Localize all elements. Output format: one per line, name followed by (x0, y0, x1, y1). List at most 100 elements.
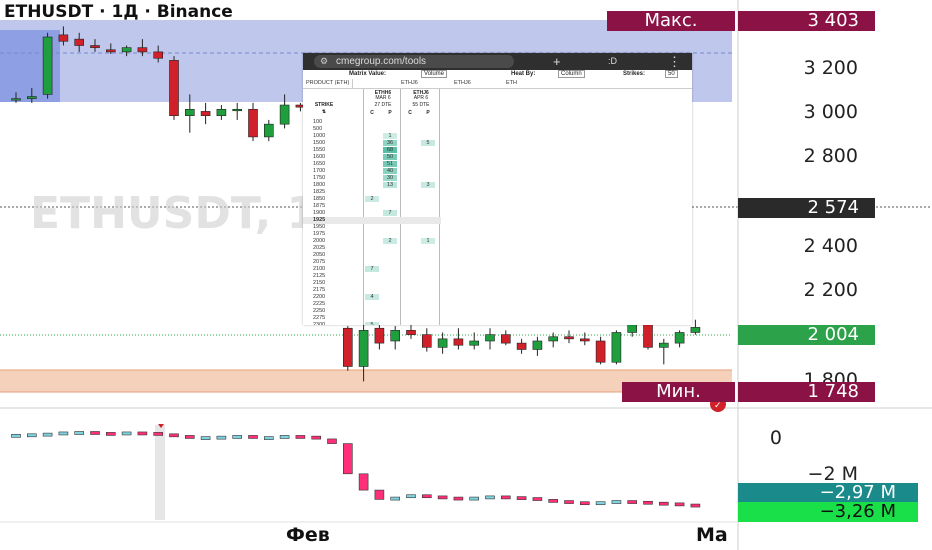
volume-cell-p2[interactable] (421, 210, 435, 216)
matrix-row[interactable]: 1500 36 5 (303, 140, 441, 147)
new-tab-button[interactable]: + (553, 53, 561, 70)
volume-cell-p2[interactable] (421, 168, 435, 174)
volume-cell-p1[interactable] (383, 252, 397, 258)
volume-cell-c1[interactable] (365, 315, 379, 321)
matrix-value-select[interactable]: Volume (421, 70, 448, 78)
volume-cell-c1[interactable] (365, 189, 379, 195)
volume-cell-p2[interactable] (421, 154, 435, 160)
volume-cell-c2[interactable] (403, 168, 417, 174)
matrix-row[interactable]: 2125 (303, 273, 441, 280)
volume-cell-p2[interactable] (421, 308, 435, 314)
volume-cell-c2[interactable] (403, 147, 417, 153)
volume-cell-c1[interactable] (365, 133, 379, 139)
volume-cell-c2[interactable] (403, 182, 417, 188)
matrix-row[interactable]: 1975 (303, 231, 441, 238)
volume-cell-c1[interactable] (365, 161, 379, 167)
volume-cell-p1[interactable] (383, 273, 397, 279)
matrix-row[interactable]: 2225 (303, 301, 441, 308)
volume-cell-c2[interactable] (403, 301, 417, 307)
volume-cell-p1[interactable] (383, 203, 397, 209)
volume-cell-c1[interactable] (365, 168, 379, 174)
matrix-row[interactable]: 1900 7 (303, 210, 441, 217)
matrix-row[interactable]: 2050 (303, 252, 441, 259)
volume-cell-c1[interactable] (365, 154, 379, 160)
volume-cell-c1[interactable] (365, 224, 379, 230)
volume-cell-c1[interactable] (365, 119, 379, 125)
volume-cell-p2[interactable] (421, 224, 435, 230)
volume-cell-p2[interactable] (421, 273, 435, 279)
heat-by-select[interactable]: Column (558, 70, 585, 78)
volume-cell-c2[interactable] (403, 308, 417, 314)
volume-cell-p2[interactable] (421, 119, 435, 125)
volume-cell-c2[interactable] (403, 238, 417, 244)
volume-cell-c1[interactable] (365, 252, 379, 258)
volume-cell-c2[interactable] (403, 210, 417, 216)
volume-cell-p2[interactable] (421, 217, 435, 223)
volume-cell-p1[interactable] (383, 196, 397, 202)
volume-cell-c1[interactable] (365, 147, 379, 153)
volume-cell-p2[interactable]: 1 (421, 238, 435, 244)
tab-product[interactable]: PRODUCT (ETH) (303, 79, 354, 88)
volume-cell-c2[interactable] (403, 119, 417, 125)
volume-cell-p2[interactable] (421, 231, 435, 237)
matrix-row[interactable]: 1925 (303, 217, 441, 224)
matrix-row[interactable]: 2000 2 1 (303, 238, 441, 245)
volume-cell-c2[interactable] (403, 140, 417, 146)
matrix-row[interactable]: 1750 30 (303, 175, 441, 182)
volume-cell-c2[interactable] (403, 322, 417, 325)
volume-cell-c2[interactable] (403, 217, 417, 223)
volume-cell-p2[interactable] (421, 126, 435, 132)
browser-overlay[interactable]: ⚙ cmegroup.com/tools + :D ⋮ Matrix Value… (303, 53, 692, 325)
volume-cell-p1[interactable]: 68 (383, 147, 397, 153)
volume-cell-c2[interactable] (403, 189, 417, 195)
volume-cell-c1[interactable] (365, 259, 379, 265)
matrix-row[interactable]: 100 (303, 119, 441, 126)
volume-cell-p1[interactable]: 7 (383, 210, 397, 216)
volume-cell-c2[interactable] (403, 161, 417, 167)
volume-cell-c1[interactable]: 2 (365, 196, 379, 202)
tab-eth[interactable]: ETH (503, 79, 520, 88)
volume-cell-c2[interactable] (403, 175, 417, 181)
volume-cell-c2[interactable] (403, 294, 417, 300)
tab-ethj6-a[interactable]: ETHJ6 (398, 79, 421, 88)
matrix-row[interactable]: 2075 (303, 259, 441, 266)
matrix-row[interactable]: 2300 5 (303, 322, 441, 325)
volume-cell-c1[interactable] (365, 308, 379, 314)
matrix-row[interactable]: 1850 2 (303, 196, 441, 203)
matrix-row[interactable]: 1875 (303, 203, 441, 210)
volume-cell-c2[interactable] (403, 231, 417, 237)
tabs-count-button[interactable]: :D (608, 53, 617, 70)
volume-cell-c2[interactable] (403, 133, 417, 139)
matrix-row[interactable]: 2175 (303, 287, 441, 294)
address-bar[interactable]: ⚙ cmegroup.com/tools (314, 55, 514, 68)
volume-cell-p1[interactable] (383, 315, 397, 321)
volume-cell-c2[interactable] (403, 315, 417, 321)
chart-title[interactable]: ETHUSDT · 1Д · Binance (4, 2, 233, 22)
volume-cell-p2[interactable] (421, 133, 435, 139)
volume-cell-c1[interactable]: 5 (365, 322, 379, 325)
matrix-row[interactable]: 1700 40 (303, 168, 441, 175)
volume-cell-c2[interactable] (403, 245, 417, 251)
volume-cell-p2[interactable] (421, 161, 435, 167)
volume-cell-c2[interactable] (403, 252, 417, 258)
browser-menu-button[interactable]: ⋮ (668, 53, 681, 70)
volume-cell-c2[interactable] (403, 259, 417, 265)
volume-cell-p2[interactable] (421, 259, 435, 265)
volume-cell-c1[interactable] (365, 245, 379, 251)
volume-cell-p1[interactable] (383, 119, 397, 125)
volume-cell-p2[interactable] (421, 301, 435, 307)
volume-cell-p2[interactable] (421, 175, 435, 181)
volume-cell-c2[interactable] (403, 273, 417, 279)
matrix-row[interactable]: 2025 (303, 245, 441, 252)
volume-cell-p2[interactable] (421, 322, 435, 325)
matrix-row[interactable]: 1650 51 (303, 161, 441, 168)
matrix-row[interactable]: 1000 1 (303, 133, 441, 140)
volume-cell-p1[interactable] (383, 294, 397, 300)
volume-cell-p2[interactable] (421, 294, 435, 300)
volume-cell-p1[interactable]: 1 (383, 133, 397, 139)
volume-cell-p2[interactable] (421, 196, 435, 202)
volume-cell-p1[interactable] (383, 231, 397, 237)
volume-cell-c1[interactable] (365, 273, 379, 279)
volume-cell-p2[interactable] (421, 287, 435, 293)
volume-cell-c1[interactable]: 7 (365, 266, 379, 272)
